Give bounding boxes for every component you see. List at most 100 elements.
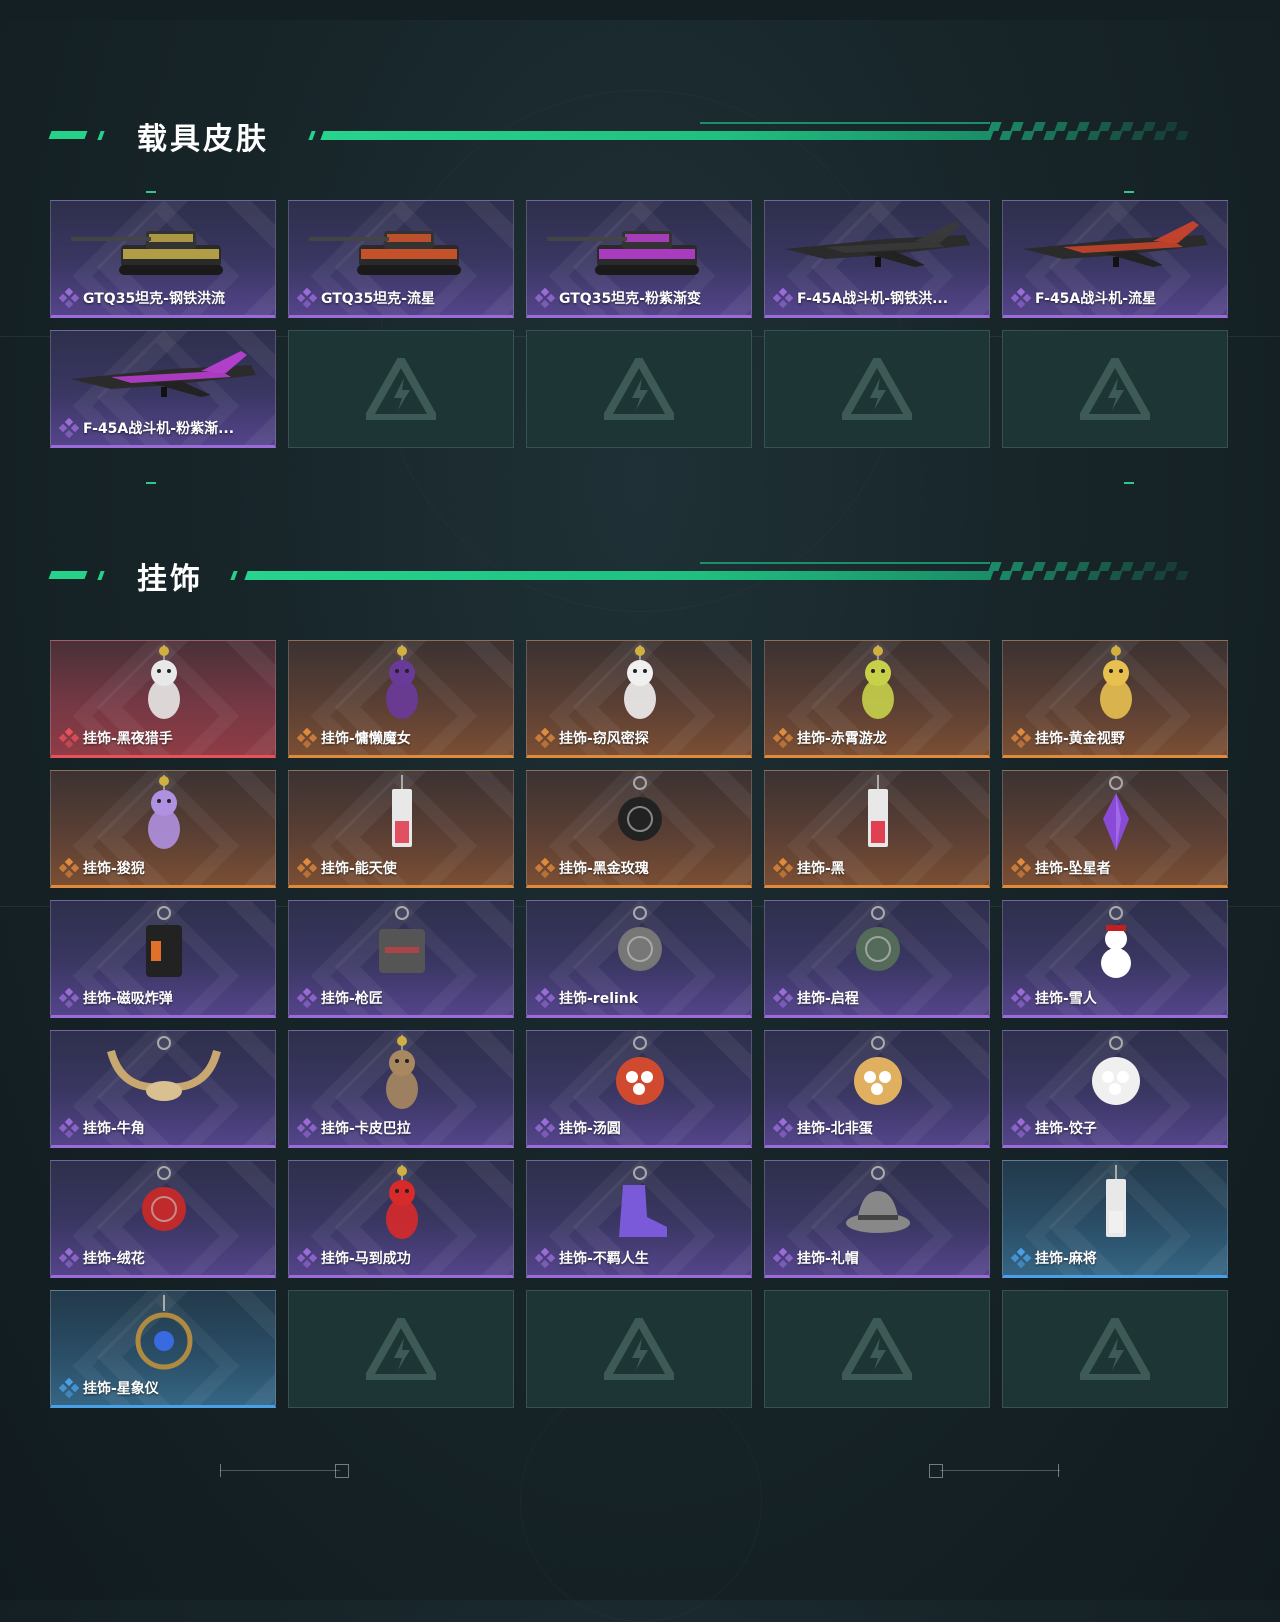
item-label: 挂饰-启程 [773,987,983,1009]
checker-square [1109,571,1123,580]
diamond-cluster-icon [1011,858,1031,878]
checker-square [988,122,1002,131]
charm-card[interactable]: 挂饰-卡皮巴拉 [288,1030,514,1148]
item-name: F-45A战斗机-钢铁洪... [797,291,949,307]
diamond-cluster-icon [1011,288,1031,308]
item-name: 挂饰-不羁人生 [559,1251,649,1267]
charm-card[interactable]: 挂饰-礼帽 [764,1160,990,1278]
charm-card[interactable]: 挂饰-坠星者 [1002,770,1228,888]
item-label: 挂饰-北非蛋 [773,1117,983,1139]
vehicle-skin-card[interactable]: F-45A战斗机-流星 [1002,200,1228,318]
item-label: F-45A战斗机-粉紫渐... [59,417,269,439]
item-artwork [618,906,662,971]
checker-square [1120,122,1134,131]
diamond-cluster-icon [773,858,793,878]
checker-square [1164,122,1178,131]
charm-card[interactable]: 挂饰-枪匠 [288,900,514,1018]
item-artwork [624,645,656,719]
checker-square [1054,122,1068,131]
placeholder-logo-icon [366,1318,436,1380]
charm-card[interactable]: 挂饰-马到成功 [288,1160,514,1278]
charm-card[interactable]: 挂饰-饺子 [1002,1030,1228,1148]
charm-card[interactable]: 挂饰-雪人 [1002,900,1228,1018]
charm-card[interactable]: 挂饰-北非蛋 [764,1030,990,1148]
charm-card[interactable]: 挂饰-汤圆 [526,1030,752,1148]
diamond-cluster-icon [59,988,79,1008]
checker-square [1175,131,1189,140]
charm-card[interactable]: 挂饰-启程 [764,900,990,1018]
item-label: 挂饰-牛角 [59,1117,269,1139]
item-name: 挂饰-枪匠 [321,991,383,1007]
charm-card[interactable]: 挂饰-relink [526,900,752,1018]
item-name: 挂饰-麻将 [1035,1251,1097,1267]
item-artwork [856,906,900,971]
checker-square [1087,131,1101,140]
bottom-decoration-tick [1058,1464,1059,1477]
item-label: 挂饰-磁吸炸弹 [59,987,269,1009]
vehicle-skin-card[interactable]: F-45A战斗机-粉紫渐... [50,330,276,448]
checker-square [1142,122,1156,131]
item-label: 挂饰-黑 [773,857,983,879]
diamond-cluster-icon [297,858,317,878]
corner-mark [1124,482,1134,484]
charm-card[interactable]: 挂饰-窃风密探 [526,640,752,758]
item-label: 挂饰-枪匠 [297,987,507,1009]
item-label: 挂饰-礼帽 [773,1247,983,1269]
item-label: 挂饰-卡皮巴拉 [297,1117,507,1139]
vehicle-skin-card[interactable]: GTQ35坦克-钢铁洪流 [50,200,276,318]
checker-square [1021,571,1035,580]
charm-card[interactable]: 挂饰-星象仪 [50,1290,276,1408]
charm-card[interactable]: 挂饰-赤霄游龙 [764,640,990,758]
charm-card[interactable]: 挂饰-黑 [764,770,990,888]
item-name: 挂饰-马到成功 [321,1251,411,1267]
checker-square [1131,571,1145,580]
diamond-cluster-icon [773,1118,793,1138]
item-label: 挂饰-不羁人生 [535,1247,745,1269]
item-label: GTQ35坦克-粉紫渐变 [535,287,745,309]
placeholder-logo-icon [604,1318,674,1380]
charm-card[interactable]: 挂饰-磁吸炸弹 [50,900,276,1018]
item-name: 挂饰-饺子 [1035,1121,1097,1137]
vehicle-skin-card[interactable]: GTQ35坦克-粉紫渐变 [526,200,752,318]
charm-card[interactable]: 挂饰-黄金视野 [1002,640,1228,758]
charm-card[interactable]: 挂饰-牛角 [50,1030,276,1148]
diamond-cluster-icon [773,728,793,748]
item-label: 挂饰-狻猊 [59,857,269,879]
diamond-cluster-icon [297,728,317,748]
item-artwork [1101,906,1131,978]
vehicle-skin-card[interactable]: F-45A战斗机-钢铁洪... [764,200,990,318]
charm-card[interactable]: 挂饰-绒花 [50,1160,276,1278]
item-artwork [148,775,180,849]
item-label: GTQ35坦克-流星 [297,287,507,309]
item-name: GTQ35坦克-粉紫渐变 [559,291,701,307]
header-accent [97,571,105,580]
item-name: 挂饰-绒花 [83,1251,145,1267]
diamond-cluster-icon [773,988,793,1008]
item-artwork [107,1036,221,1101]
charm-card[interactable]: 挂饰-黑金玫瑰 [526,770,752,888]
charm-card[interactable]: 挂饰-不羁人生 [526,1160,752,1278]
charm-card[interactable]: 挂饰-黑夜猎手 [50,640,276,758]
diamond-cluster-icon [535,1248,555,1268]
checker-square [1120,562,1134,571]
item-artwork [868,775,888,847]
item-artwork [142,1166,186,1231]
checker-square [1021,131,1035,140]
charm-card[interactable]: 挂饰-麻将 [1002,1160,1228,1278]
charm-card[interactable]: 挂饰-狻猊 [50,770,276,888]
item-artwork [386,1165,418,1239]
item-name: 挂饰-卡皮巴拉 [321,1121,411,1137]
diamond-cluster-icon [535,1118,555,1138]
charm-grid: 挂饰-黑夜猎手 挂饰-慵懒魔女 挂饰-窃风密探 挂饰-赤霄游龙 挂饰-黄金视野挂饰-狻猊… [50,640,1230,1410]
item-artwork [1092,1036,1140,1105]
item-artwork [1103,776,1129,851]
item-artwork [619,1166,667,1237]
item-name: 挂饰-启程 [797,991,859,1007]
charm-card[interactable]: 挂饰-慵懒魔女 [288,640,514,758]
diamond-cluster-icon [297,988,317,1008]
charm-card[interactable]: 挂饰-能天使 [288,770,514,888]
checker-square [1098,122,1112,131]
header-accent [308,131,316,140]
vehicle-skin-card[interactable]: GTQ35坦克-流星 [288,200,514,318]
item-label: 挂饰-relink [535,987,745,1009]
